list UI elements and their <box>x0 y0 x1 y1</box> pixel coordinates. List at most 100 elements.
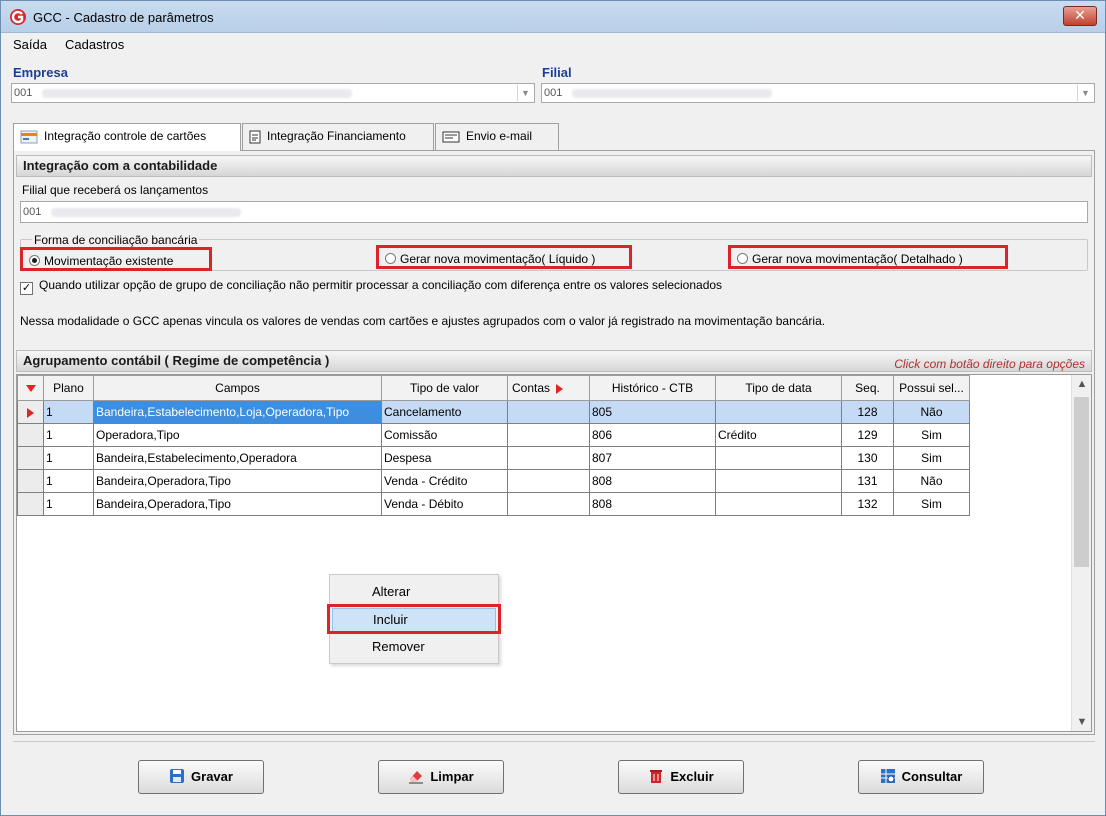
col-tipo-valor[interactable]: Tipo de valor <box>381 375 508 401</box>
cell-plano[interactable]: 1 <box>43 400 94 424</box>
close-button[interactable]: ✕ <box>1063 6 1097 26</box>
tab-envio-email[interactable]: Envio e-mail <box>435 123 559 150</box>
radio-movimentacao-existente[interactable]: Movimentação existente <box>20 247 212 271</box>
cell-contas[interactable] <box>507 492 590 516</box>
cell-campos[interactable]: Operadora,Tipo <box>93 423 382 447</box>
agrupamento-grid[interactable]: Plano Campos Tipo de valor Contas Histór… <box>16 374 1092 732</box>
cell-contas[interactable] <box>507 446 590 470</box>
cell-possui-sel[interactable]: Sim <box>893 423 970 447</box>
expand-arrow-icon <box>556 383 564 394</box>
col-contas[interactable]: Contas <box>507 375 590 401</box>
col-campos[interactable]: Campos <box>93 375 382 401</box>
empresa-label: Empresa <box>13 65 68 80</box>
grupo-conciliacao-checkbox[interactable]: ✓ Quando utilizar opção de grupo de conci… <box>20 278 722 295</box>
cell-campos[interactable]: Bandeira,Estabelecimento,Operadora <box>93 446 382 470</box>
col-historico[interactable]: Histórico - CTB <box>589 375 716 401</box>
tab-integracao-cartoes[interactable]: Integração controle de cartões <box>13 123 241 151</box>
chevron-down-icon[interactable]: ▼ <box>517 85 533 101</box>
col-possui-sel[interactable]: Possui sel... <box>893 375 970 401</box>
scroll-down-icon[interactable]: ▼ <box>1072 713 1092 731</box>
consultar-button[interactable]: Consultar <box>858 760 984 794</box>
cell-seq[interactable]: 128 <box>841 400 894 424</box>
gravar-button[interactable]: Gravar <box>138 760 264 794</box>
context-alterar[interactable]: Alterar <box>332 580 496 604</box>
table-row[interactable]: 1 Bandeira,Estabelecimento,Loja,Operador… <box>17 400 970 424</box>
col-tipo-data[interactable]: Tipo de data <box>715 375 842 401</box>
cell-plano[interactable]: 1 <box>43 423 94 447</box>
cell-historico[interactable]: 805 <box>589 400 716 424</box>
empresa-code: 001 <box>14 87 33 99</box>
excluir-button[interactable]: Excluir <box>618 760 744 794</box>
filial-lancamentos-code: 001 <box>23 206 42 218</box>
cell-historico[interactable]: 808 <box>589 469 716 493</box>
cell-tipo-data[interactable] <box>715 469 842 493</box>
cell-historico[interactable]: 808 <box>589 492 716 516</box>
filial-select[interactable]: 001 ▼ <box>541 83 1095 103</box>
cell-contas[interactable] <box>507 400 590 424</box>
close-icon: ✕ <box>1074 7 1086 23</box>
cell-seq[interactable]: 129 <box>841 423 894 447</box>
cell-tipo-data[interactable]: Crédito <box>715 423 842 447</box>
cell-tipo-valor[interactable]: Venda - Crédito <box>381 469 508 493</box>
cell-seq[interactable]: 132 <box>841 492 894 516</box>
chevron-down-icon[interactable]: ▼ <box>1077 85 1093 101</box>
cell-campos[interactable]: Bandeira,Operadora,Tipo <box>93 492 382 516</box>
row-selector[interactable] <box>17 423 44 447</box>
cell-possui-sel[interactable]: Sim <box>893 492 970 516</box>
row-selector[interactable] <box>17 492 44 516</box>
col-plano[interactable]: Plano <box>43 375 94 401</box>
radio-gerar-liquido[interactable]: Gerar nova movimentação( Líquido ) <box>376 245 632 269</box>
checkmark-icon: ✓ <box>20 282 33 295</box>
row-selector[interactable] <box>17 400 44 424</box>
context-remover[interactable]: Remover <box>332 635 496 659</box>
table-row[interactable]: 1 Bandeira,Operadora,Tipo Venda - Crédit… <box>17 469 970 493</box>
cell-campos[interactable]: Bandeira,Estabelecimento,Loja,Operadora,… <box>93 400 382 424</box>
excluir-label: Excluir <box>670 769 714 784</box>
radio-gerar-detalhado[interactable]: Gerar nova movimentação( Detalhado ) <box>728 245 1008 269</box>
filial-lancamentos-redacted <box>51 208 241 217</box>
cell-tipo-valor[interactable]: Despesa <box>381 446 508 470</box>
radio-label: Gerar nova movimentação( Líquido ) <box>400 252 596 266</box>
title-bar[interactable]: GCC - Cadastro de parâmetros ✕ <box>1 1 1105 33</box>
limpar-button[interactable]: Limpar <box>378 760 504 794</box>
col-seq[interactable]: Seq. <box>841 375 894 401</box>
row-menu-header[interactable] <box>17 375 44 401</box>
cell-plano[interactable]: 1 <box>43 469 94 493</box>
table-row[interactable]: 1 Bandeira,Operadora,Tipo Venda - Débito… <box>17 492 970 516</box>
cell-historico[interactable]: 807 <box>589 446 716 470</box>
row-selector[interactable] <box>17 446 44 470</box>
save-icon <box>170 769 185 783</box>
tab-label: Integração Financiamento <box>267 129 406 143</box>
cell-seq[interactable]: 130 <box>841 446 894 470</box>
menu-cadastros[interactable]: Cadastros <box>65 37 124 52</box>
cell-contas[interactable] <box>507 423 590 447</box>
scroll-thumb[interactable] <box>1074 397 1089 567</box>
table-row[interactable]: 1 Operadora,Tipo Comissão 806 Crédito 12… <box>17 423 970 447</box>
cell-contas[interactable] <box>507 469 590 493</box>
cell-tipo-valor[interactable]: Cancelamento <box>381 400 508 424</box>
consultar-label: Consultar <box>901 769 963 784</box>
cell-possui-sel[interactable]: Não <box>893 400 970 424</box>
cell-tipo-valor[interactable]: Comissão <box>381 423 508 447</box>
scroll-up-icon[interactable]: ▲ <box>1072 375 1092 393</box>
filial-lancamentos-field[interactable]: 001 <box>20 201 1088 223</box>
cell-tipo-data[interactable] <box>715 492 842 516</box>
cell-plano[interactable]: 1 <box>43 446 94 470</box>
table-row[interactable]: 1 Bandeira,Estabelecimento,Operadora Des… <box>17 446 970 470</box>
cell-possui-sel[interactable]: Não <box>893 469 970 493</box>
menu-saida[interactable]: Saída <box>13 37 47 52</box>
cell-campos[interactable]: Bandeira,Operadora,Tipo <box>93 469 382 493</box>
cell-plano[interactable]: 1 <box>43 492 94 516</box>
tab-label: Integração controle de cartões <box>44 129 207 143</box>
cell-seq[interactable]: 131 <box>841 469 894 493</box>
grid-vertical-scrollbar[interactable]: ▲ ▼ <box>1071 375 1091 731</box>
row-selector[interactable] <box>17 469 44 493</box>
cell-tipo-data[interactable] <box>715 400 842 424</box>
empresa-select[interactable]: 001 ▼ <box>11 83 535 103</box>
cell-tipo-valor[interactable]: Venda - Débito <box>381 492 508 516</box>
tab-integracao-financiamento[interactable]: Integração Financiamento <box>242 123 434 150</box>
cell-possui-sel[interactable]: Sim <box>893 446 970 470</box>
cell-tipo-data[interactable] <box>715 446 842 470</box>
agrupamento-title: Agrupamento contábil ( Regime de competê… <box>23 353 330 368</box>
cell-historico[interactable]: 806 <box>589 423 716 447</box>
